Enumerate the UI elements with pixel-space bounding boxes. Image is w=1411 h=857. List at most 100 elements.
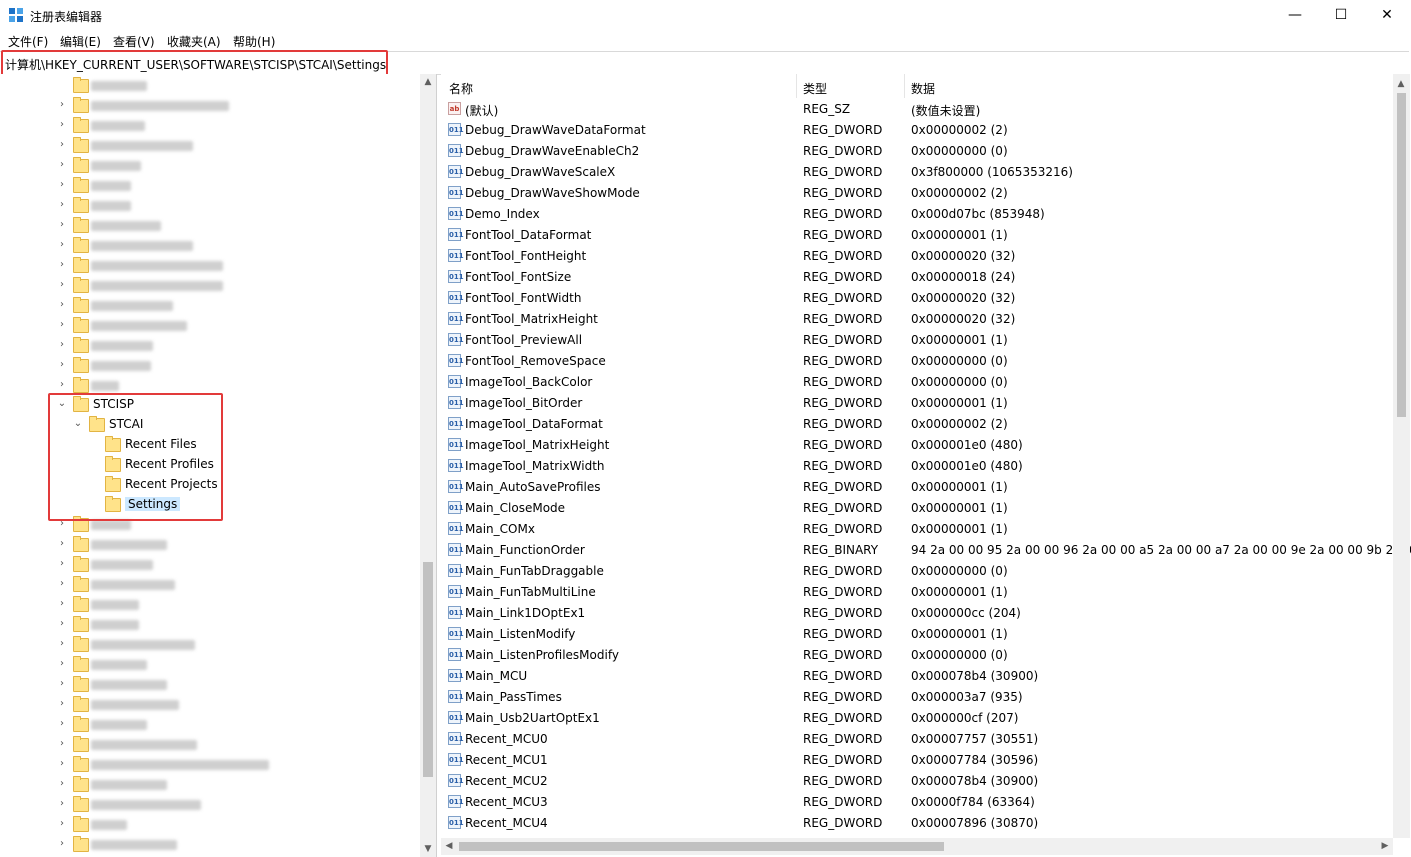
value-row[interactable]: 011 FontTool_FontHeight REG_DWORD 0x0000002… (441, 246, 1393, 267)
column-name[interactable]: 名称 (449, 80, 473, 97)
expand-icon[interactable]: › (57, 360, 67, 370)
expand-icon[interactable]: › (57, 320, 67, 330)
menu-help[interactable]: 帮助(H) (233, 33, 275, 50)
value-row[interactable]: 011 Recent_MCU2 REG_DWORD 0x000078b4 (30900… (441, 771, 1393, 792)
tree-item[interactable]: › (0, 296, 420, 316)
maximize-button[interactable]: ☐ (1318, 0, 1364, 30)
tree-item[interactable]: › (0, 156, 420, 176)
tree-item[interactable]: › (0, 775, 420, 795)
tree-item[interactable]: › (0, 735, 420, 755)
value-row[interactable]: 011 Main_FunctionOrder REG_BINARY 94 2a 00 … (441, 540, 1411, 561)
expand-icon[interactable]: › (57, 140, 67, 150)
tree-item[interactable]: › (0, 675, 420, 695)
scroll-left-icon[interactable]: ◀ (441, 838, 457, 854)
expand-icon[interactable]: › (57, 719, 67, 729)
value-row[interactable]: 011 Debug_DrawWaveScaleX REG_DWORD 0x3f8000… (441, 162, 1393, 183)
tree-item[interactable]: › (0, 795, 420, 815)
expand-icon[interactable]: › (57, 679, 67, 689)
expand-icon[interactable]: › (57, 300, 67, 310)
value-row[interactable]: 011 FontTool_MatrixHeight REG_DWORD 0x00000… (441, 309, 1393, 330)
expand-icon[interactable]: › (57, 559, 67, 569)
close-button[interactable]: ✕ (1364, 0, 1410, 30)
tree-item[interactable]: › (0, 96, 420, 116)
tree-item[interactable]: › (0, 535, 420, 555)
value-row[interactable]: 011 Debug_DrawWaveDataFormat REG_DWORD 0x00… (441, 120, 1393, 141)
tree-item[interactable]: › (0, 575, 420, 595)
tree-item[interactable]: › (0, 116, 420, 136)
tree-item-recent-files[interactable]: Recent Files (0, 435, 420, 455)
tree-item[interactable]: › (0, 815, 420, 835)
value-row[interactable]: 011 Main_FunTabMultiLine REG_DWORD 0x000000… (441, 582, 1393, 603)
scroll-up-icon[interactable]: ▲ (1393, 76, 1409, 92)
value-row[interactable]: 011 ImageTool_MatrixWidth REG_DWORD 0x00000… (441, 456, 1393, 477)
minimize-button[interactable]: — (1272, 0, 1318, 30)
tree-item[interactable]: › (0, 595, 420, 615)
expand-icon[interactable]: › (57, 759, 67, 769)
scroll-up-icon[interactable]: ▲ (420, 74, 436, 90)
scroll-right-icon[interactable]: ▶ (1377, 838, 1393, 854)
tree-item-recent-profiles[interactable]: Recent Profiles (0, 455, 420, 475)
value-row[interactable]: 011 Recent_MCU4 REG_DWORD 0x00007896 (30870… (441, 813, 1393, 834)
value-row[interactable]: 011 FontTool_FontSize REG_DWORD 0x00000018 … (441, 267, 1393, 288)
value-row[interactable]: 011 Debug_DrawWaveShowMode REG_DWORD 0x0000… (441, 183, 1393, 204)
expand-icon[interactable]: › (57, 819, 67, 829)
tree-item[interactable]: › (0, 356, 420, 376)
expand-icon[interactable]: › (57, 799, 67, 809)
value-row[interactable]: 011 Main_Link1DOptEx1 REG_DWORD 0x000000cc … (441, 603, 1393, 624)
column-type[interactable]: 类型 (803, 80, 827, 97)
expand-icon[interactable]: › (57, 260, 67, 270)
value-row[interactable]: 011 Main_AutoSaveProfiles REG_DWORD 0x00000… (441, 477, 1393, 498)
tree-item[interactable]: › (0, 196, 420, 216)
expand-icon[interactable]: › (57, 380, 67, 390)
address-bar[interactable]: 计算机\HKEY_CURRENT_USER\SOFTWARE\STCISP\ST… (0, 51, 1409, 75)
value-row[interactable]: 011 Debug_DrawWaveEnableCh2 REG_DWORD 0x000… (441, 141, 1393, 162)
tree-item[interactable]: › (0, 336, 420, 356)
menu-file[interactable]: 文件(F) (8, 33, 48, 50)
tree-item[interactable]: › (0, 695, 420, 715)
expand-icon[interactable]: › (57, 100, 67, 110)
column-divider[interactable] (904, 74, 905, 98)
menu-view[interactable]: 查看(V) (113, 33, 155, 50)
menu-favorites[interactable]: 收藏夹(A) (167, 33, 221, 50)
list-vertical-scrollbar[interactable]: ▲ (1393, 74, 1410, 838)
value-row[interactable]: 011 FontTool_DataFormat REG_DWORD 0x0000000… (441, 225, 1393, 246)
tree-item[interactable]: › (0, 136, 420, 156)
value-row[interactable]: 011 Recent_MCU0 REG_DWORD 0x00007757 (30551… (441, 729, 1393, 750)
list-hscroll-thumb[interactable] (459, 842, 944, 851)
expand-icon[interactable]: › (57, 599, 67, 609)
expand-icon[interactable]: › (57, 200, 67, 210)
collapse-icon[interactable]: ⌄ (73, 419, 83, 429)
tree-item[interactable]: › (0, 515, 420, 535)
tree-item[interactable] (0, 76, 420, 96)
tree-item[interactable]: › (0, 256, 420, 276)
value-row[interactable]: 011 Recent_MCU1 REG_DWORD 0x00007784 (30596… (441, 750, 1393, 771)
value-row[interactable]: 011 Main_MCU REG_DWORD 0x000078b4 (30900) (441, 666, 1393, 687)
tree-item[interactable]: › (0, 176, 420, 196)
value-row[interactable]: 011 ImageTool_BackColor REG_DWORD 0x0000000… (441, 372, 1393, 393)
value-row[interactable]: 011 Main_FunTabDraggable REG_DWORD 0x000000… (441, 561, 1393, 582)
tree-item[interactable]: › (0, 376, 420, 396)
key-tree[interactable]: ▲ ▼ › › › › › › › › › › › › › › › ⌄ STCISP ⌄ STCAI Recent F… (0, 74, 437, 857)
tree-item-settings[interactable]: Settings (0, 495, 420, 515)
expand-icon[interactable]: › (57, 779, 67, 789)
expand-icon[interactable]: › (57, 240, 67, 250)
tree-item[interactable]: › (0, 635, 420, 655)
tree-item[interactable]: › (0, 835, 420, 855)
value-row[interactable]: 011 ImageTool_DataFormat REG_DWORD 0x000000… (441, 414, 1393, 435)
tree-item[interactable]: › (0, 755, 420, 775)
expand-icon[interactable]: › (57, 639, 67, 649)
value-row[interactable]: 011 Main_ListenModify REG_DWORD 0x00000001 … (441, 624, 1393, 645)
value-row[interactable]: ab (默认) REG_SZ (数值未设置) (441, 99, 1393, 120)
values-list[interactable]: 名称 类型 数据 ab (默认) REG_SZ (数值未设置) 011 Debug_Dra… (441, 74, 1411, 857)
address-path[interactable]: 计算机\HKEY_CURRENT_USER\SOFTWARE\STCISP\ST… (5, 56, 386, 73)
expand-icon[interactable]: › (57, 180, 67, 190)
tree-item-stcai[interactable]: ⌄ STCAI (0, 415, 420, 435)
value-row[interactable]: 011 Main_PassTimes REG_DWORD 0x000003a7 (93… (441, 687, 1393, 708)
value-row[interactable]: 011 Main_CloseMode REG_DWORD 0x00000001 (1) (441, 498, 1393, 519)
value-row[interactable]: 011 Demo_Index REG_DWORD 0x000d07bc (853948… (441, 204, 1393, 225)
tree-scrollbar[interactable]: ▲ ▼ (420, 74, 436, 857)
expand-icon[interactable]: › (57, 839, 67, 849)
expand-icon[interactable]: › (57, 280, 67, 290)
expand-icon[interactable]: › (57, 739, 67, 749)
tree-item[interactable]: › (0, 316, 420, 336)
